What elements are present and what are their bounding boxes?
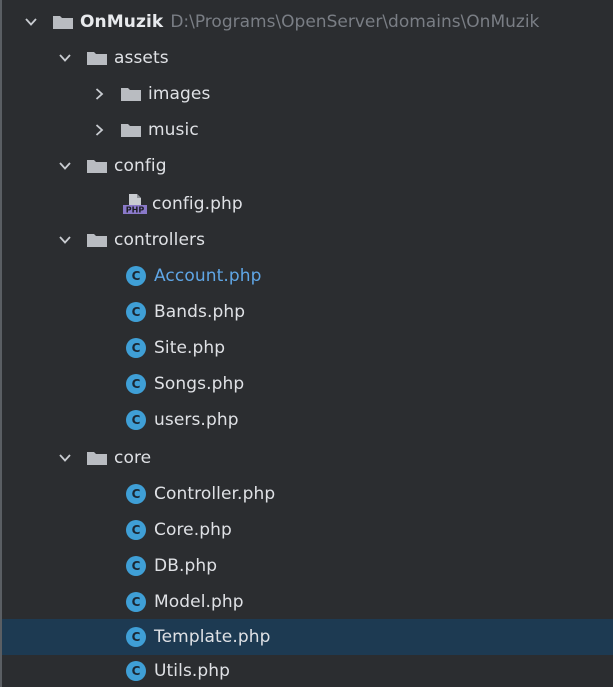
folder-icon: [86, 232, 108, 248]
tree-item-label: config: [114, 156, 167, 176]
tree-row-file-template-php[interactable]: C Template.php: [2, 619, 613, 655]
tree-row-file-model-php[interactable]: C Model.php: [2, 584, 613, 620]
php-file-icon: PHP: [122, 193, 148, 215]
tree-item-label: Model.php: [154, 592, 244, 612]
tree-item-label: DB.php: [154, 556, 218, 576]
tree-item-label: Site.php: [154, 338, 226, 358]
chevron-down-icon[interactable]: [58, 451, 72, 465]
chevron-down-icon[interactable]: [58, 159, 72, 173]
folder-icon: [86, 158, 108, 174]
tree-item-label: assets: [114, 48, 169, 68]
tree-item-label: Account.php: [154, 266, 262, 286]
tree-item-label: Template.php: [154, 627, 271, 647]
class-icon: C: [126, 302, 146, 322]
folder-icon: [86, 450, 108, 466]
class-icon: C: [126, 374, 146, 394]
class-icon: C: [126, 410, 146, 430]
tree-row-folder-images[interactable]: images: [2, 76, 613, 112]
tree-row-folder-controllers[interactable]: controllers: [2, 222, 613, 258]
tree-item-label: Core.php: [154, 520, 232, 540]
tree-item-label: Utils.php: [154, 661, 231, 681]
tree-row-folder-assets[interactable]: assets: [2, 40, 613, 76]
tree-row-file-users-php[interactable]: C users.php: [2, 402, 613, 438]
tree-row-file-utils-php[interactable]: C Utils.php: [2, 655, 613, 687]
chevron-down-icon[interactable]: [24, 15, 38, 29]
tree-item-label: users.php: [154, 410, 239, 430]
folder-icon: [52, 14, 74, 30]
tree-row-file-account-php[interactable]: C Account.php: [2, 258, 613, 294]
class-icon: C: [126, 520, 146, 540]
folder-icon: [120, 86, 142, 102]
chevron-right-icon[interactable]: [92, 87, 106, 101]
tree-row-file-core-php[interactable]: C Core.php: [2, 512, 613, 548]
tree-row-folder-core[interactable]: core: [2, 440, 613, 476]
tree-item-label: config.php: [152, 194, 243, 214]
project-path: D:\Programs\OpenServer\domains\OnMuzik: [170, 12, 540, 32]
tree-item-label: Bands.php: [154, 302, 246, 322]
class-icon: C: [126, 266, 146, 286]
tree-row-file-config-php[interactable]: PHP config.php: [2, 186, 613, 222]
tree-row-file-site-php[interactable]: C Site.php: [2, 330, 613, 366]
tree-item-label: controllers: [114, 230, 206, 250]
tree-row-file-songs-php[interactable]: C Songs.php: [2, 366, 613, 402]
folder-icon: [86, 50, 108, 66]
class-icon: C: [126, 338, 146, 358]
class-icon: C: [126, 627, 146, 647]
class-icon: C: [126, 592, 146, 612]
chevron-down-icon[interactable]: [58, 51, 72, 65]
tree-item-label: images: [148, 84, 211, 104]
svg-text:PHP: PHP: [126, 206, 145, 215]
tree-row-file-db-php[interactable]: C DB.php: [2, 548, 613, 584]
tree-row-folder-config[interactable]: config: [2, 148, 613, 184]
tree-row-folder-music[interactable]: music: [2, 112, 613, 148]
project-tree: OnMuzik D:\Programs\OpenServer\domains\O…: [0, 0, 613, 687]
folder-icon: [120, 122, 142, 138]
class-icon: C: [126, 661, 146, 681]
project-name: OnMuzik: [80, 12, 164, 32]
tree-row-file-bands-php[interactable]: C Bands.php: [2, 294, 613, 330]
tree-item-label: Songs.php: [154, 374, 245, 394]
tree-item-label: Controller.php: [154, 484, 276, 504]
tree-item-label: music: [148, 120, 199, 140]
tree-row-file-controller-php[interactable]: C Controller.php: [2, 476, 613, 512]
class-icon: C: [126, 556, 146, 576]
tree-item-label: core: [114, 448, 152, 468]
chevron-down-icon[interactable]: [58, 233, 72, 247]
tree-row-project-root[interactable]: OnMuzik D:\Programs\OpenServer\domains\O…: [2, 4, 613, 40]
chevron-right-icon[interactable]: [92, 123, 106, 137]
class-icon: C: [126, 484, 146, 504]
